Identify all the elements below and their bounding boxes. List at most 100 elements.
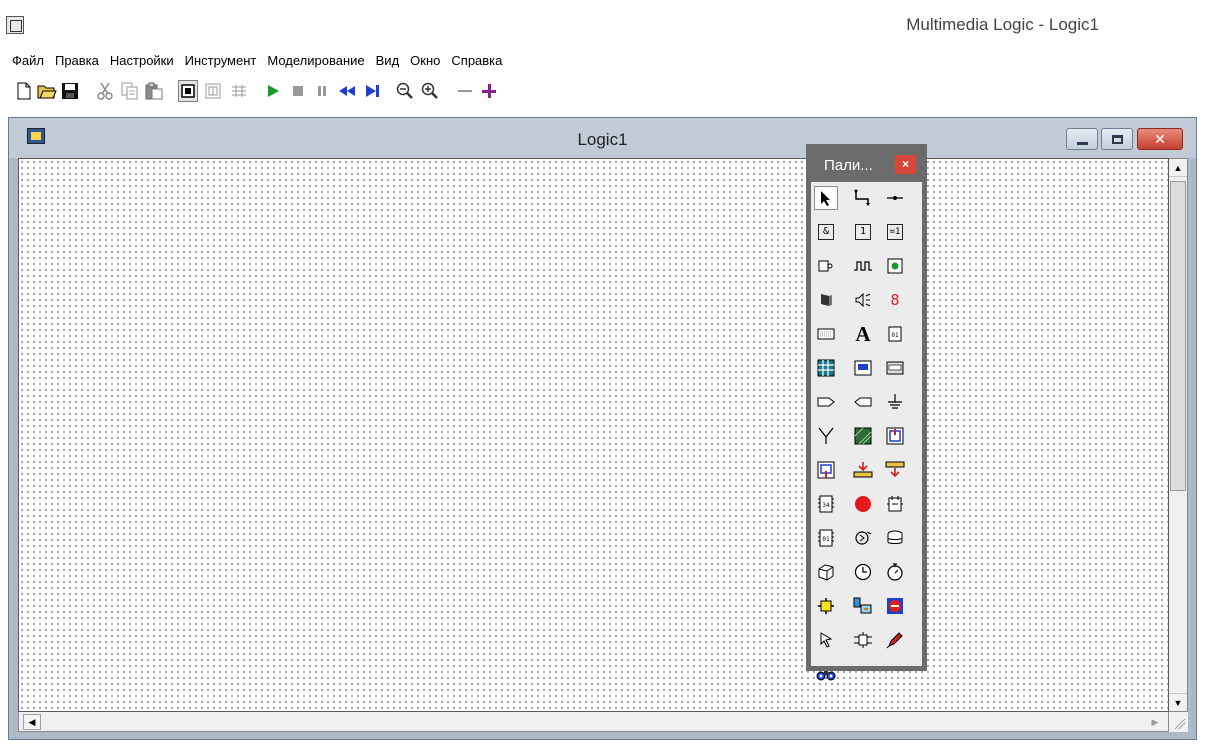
svg-text:34: 34 xyxy=(822,502,830,509)
minimize-icon xyxy=(1077,142,1088,145)
xor-gate-glyph: =1 xyxy=(887,224,903,240)
or-gate-glyph: 1 xyxy=(855,224,871,240)
menu-view[interactable]: Вид xyxy=(376,53,400,68)
paste-icon[interactable] xyxy=(144,80,164,102)
line-icon[interactable] xyxy=(455,80,475,102)
toolbar-separator xyxy=(256,81,257,101)
and-gate-icon[interactable]: & xyxy=(814,220,838,244)
pen-draw-icon[interactable] xyxy=(883,628,907,652)
document-title-bar[interactable]: Logic1 ✕ xyxy=(9,118,1196,158)
led-lamp-icon[interactable] xyxy=(883,254,907,278)
app-title-bar: Multimedia Logic - Logic1 xyxy=(0,8,1205,44)
minimize-button[interactable] xyxy=(1066,128,1098,150)
net-mode-icon[interactable] xyxy=(229,80,249,102)
scroll-right-arrow[interactable]: ▶ xyxy=(1146,714,1164,730)
new-file-icon[interactable] xyxy=(14,80,34,102)
palette-title-bar[interactable]: Пали... × xyxy=(811,149,922,179)
wire-tool-icon[interactable] xyxy=(851,186,875,210)
vertical-scroll-thumb[interactable] xyxy=(1170,181,1186,491)
xor-gate-icon[interactable]: =1 xyxy=(883,220,907,244)
step-forward-icon[interactable] xyxy=(362,80,382,102)
switch-icon[interactable] xyxy=(814,288,838,312)
register-icon[interactable] xyxy=(883,356,907,380)
zoom-out-icon[interactable] xyxy=(395,80,415,102)
horizontal-scrollbar[interactable]: ◀ ▶ xyxy=(18,712,1169,732)
palette-title: Пали... xyxy=(824,157,873,174)
clock-icon[interactable] xyxy=(851,560,875,584)
input-connector-icon[interactable] xyxy=(814,390,838,414)
tape-in-icon[interactable] xyxy=(851,458,875,482)
drawing-canvas[interactable] xyxy=(18,158,1169,712)
network-computer-icon[interactable] xyxy=(851,594,875,618)
cut-scissors-icon[interactable] xyxy=(95,80,115,102)
memory-chip-icon[interactable]: 01 xyxy=(814,526,838,550)
document-title: Logic1 xyxy=(577,130,628,149)
close-button[interactable]: ✕ xyxy=(1137,128,1183,150)
run-play-icon[interactable] xyxy=(263,80,283,102)
or-gate-icon[interactable]: 1 xyxy=(851,220,875,244)
scroll-up-arrow[interactable]: ▲ xyxy=(1169,159,1187,177)
toolbar-separator xyxy=(87,81,88,101)
grid-mode-icon[interactable] xyxy=(203,80,223,102)
resize-grip[interactable] xyxy=(1169,712,1188,732)
seven-segment-glyph: 8 xyxy=(890,290,900,309)
text-tool-icon[interactable]: A xyxy=(851,322,875,346)
wire-junction-icon[interactable] xyxy=(883,186,907,210)
not-gate-icon[interactable] xyxy=(814,254,838,278)
svg-text:01: 01 xyxy=(822,536,830,543)
disk-storage-icon[interactable] xyxy=(883,526,907,550)
pointer-arrow-icon[interactable] xyxy=(814,186,838,210)
app-icon[interactable] xyxy=(6,16,24,34)
open-folder-icon[interactable] xyxy=(37,80,57,102)
pause-icon[interactable] xyxy=(312,80,332,102)
vertical-scrollbar[interactable]: ▲ ▼ xyxy=(1169,158,1188,712)
restore-button[interactable] xyxy=(1101,128,1133,150)
scroll-left-arrow[interactable]: ◀ xyxy=(23,714,41,730)
flip-flop-icon[interactable] xyxy=(883,492,907,516)
rewind-icon[interactable] xyxy=(337,80,357,102)
copy-icon[interactable] xyxy=(120,80,140,102)
menu-tools[interactable]: Инструмент xyxy=(185,53,257,68)
menu-edit[interactable]: Правка xyxy=(55,53,99,68)
speaker-icon[interactable] xyxy=(851,288,875,312)
binoculars-icon[interactable] xyxy=(814,662,838,686)
pointer-flag-icon[interactable] xyxy=(814,628,838,652)
random-generator-icon[interactable] xyxy=(814,594,838,618)
plus-icon[interactable] xyxy=(479,80,499,102)
ground-icon[interactable] xyxy=(883,390,907,414)
tape-out-icon[interactable] xyxy=(883,458,907,482)
menu-window[interactable]: Окно xyxy=(410,53,440,68)
document-window: Logic1 ✕ ▲ ▼ ◀ ▶ xyxy=(8,117,1197,740)
coin-slot-icon[interactable] xyxy=(851,526,875,550)
display-screen-icon[interactable] xyxy=(851,356,875,380)
output-connector-icon[interactable] xyxy=(851,390,875,414)
screen-capture-icon[interactable] xyxy=(814,458,838,482)
no-entry-icon[interactable] xyxy=(883,594,907,618)
text-tool-glyph: A xyxy=(855,321,871,346)
stopwatch-timer-icon[interactable] xyxy=(883,560,907,584)
clock-pulse-icon[interactable] xyxy=(851,254,875,278)
draw-mode-icon[interactable] xyxy=(178,80,198,102)
joystick-icon[interactable] xyxy=(851,628,875,652)
cube-3d-icon[interactable] xyxy=(814,560,838,584)
menu-help[interactable]: Справка xyxy=(451,53,502,68)
antenna-icon[interactable] xyxy=(814,424,838,448)
led-matrix-icon[interactable] xyxy=(814,356,838,380)
cropped-caption-strip xyxy=(0,0,1205,8)
zoom-in-icon[interactable] xyxy=(420,80,440,102)
bitmap-container-icon[interactable] xyxy=(883,424,907,448)
stop-icon[interactable] xyxy=(288,80,308,102)
counter-chip-icon[interactable]: 34 xyxy=(814,492,838,516)
keyboard-icon[interactable] xyxy=(814,322,838,346)
palette-close-button[interactable]: × xyxy=(895,155,916,174)
menu-settings[interactable]: Настройки xyxy=(110,53,174,68)
toolbar-separator xyxy=(388,81,389,101)
menu-simulation[interactable]: Моделирование xyxy=(267,53,364,68)
menu-file[interactable]: Файл xyxy=(12,53,44,68)
save-disk-icon[interactable] xyxy=(60,80,80,102)
stop-sign-icon[interactable] xyxy=(851,492,875,516)
binary-display-icon[interactable]: 01 xyxy=(883,322,907,346)
scroll-down-arrow[interactable]: ▼ xyxy=(1169,693,1187,711)
bitmap-icon[interactable] xyxy=(851,424,875,448)
seven-segment-icon[interactable]: 8 xyxy=(883,288,907,312)
